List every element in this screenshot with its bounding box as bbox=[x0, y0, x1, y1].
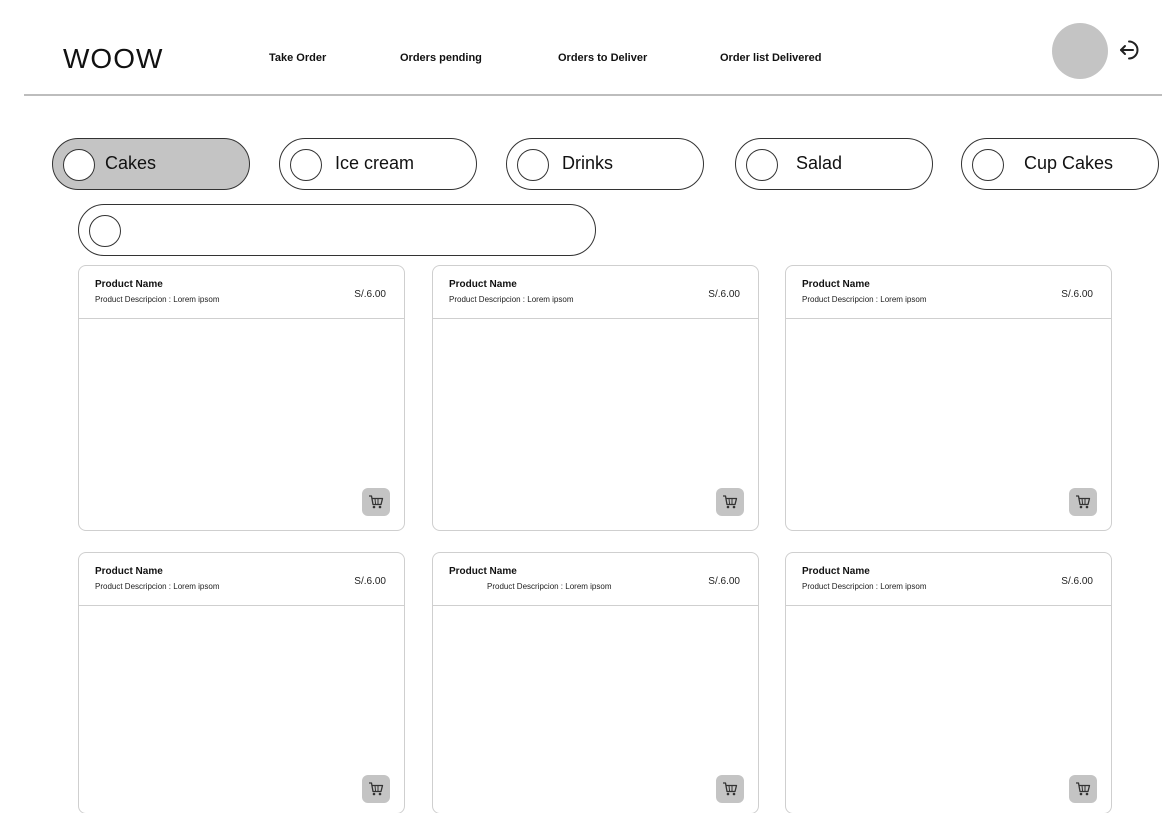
product-card[interactable]: Product Name Product Descripcion : Lorem… bbox=[432, 265, 759, 531]
top-navigation-bar: WOOW Take Order Orders pending Orders to… bbox=[24, 12, 1162, 96]
category-label: Salad bbox=[796, 153, 843, 173]
nav-order-list-delivered[interactable]: Order list Delivered bbox=[720, 52, 822, 64]
user-avatar[interactable] bbox=[1052, 23, 1108, 79]
product-name: Product Name bbox=[95, 566, 163, 577]
product-description: Product Descripcion : Lorem ipsom bbox=[95, 295, 220, 304]
product-card[interactable]: Product Name Product Descripcion : Lorem… bbox=[785, 265, 1112, 531]
shopping-cart-icon bbox=[369, 495, 384, 509]
logout-icon[interactable] bbox=[1118, 37, 1144, 63]
shopping-cart-icon bbox=[1076, 495, 1091, 509]
category-label: Cakes bbox=[105, 153, 157, 173]
category-chip-salad[interactable]: Salad bbox=[735, 138, 933, 190]
product-name: Product Name bbox=[449, 279, 517, 290]
product-name: Product Name bbox=[802, 566, 870, 577]
product-name: Product Name bbox=[95, 279, 163, 290]
add-to-cart-button[interactable] bbox=[1069, 488, 1097, 516]
add-to-cart-button[interactable] bbox=[362, 488, 390, 516]
product-description: Product Descripcion : Lorem ipsom bbox=[802, 582, 927, 591]
product-description: Product Descripcion : Lorem ipsom bbox=[802, 295, 927, 304]
category-label: Ice cream bbox=[335, 153, 415, 173]
add-to-cart-button[interactable] bbox=[1069, 775, 1097, 803]
product-price: S/.6.00 bbox=[1061, 289, 1093, 300]
product-card-header: Product Name Product Descripcion : Lorem… bbox=[79, 553, 404, 606]
product-description: Product Descripcion : Lorem ipsom bbox=[487, 582, 612, 591]
nav-orders-to-deliver[interactable]: Orders to Deliver bbox=[558, 52, 647, 64]
shopping-cart-icon bbox=[723, 495, 738, 509]
nav-orders-pending[interactable]: Orders pending bbox=[400, 52, 482, 64]
product-name: Product Name bbox=[449, 566, 517, 577]
app-logo: WOOW bbox=[63, 43, 164, 74]
category-chip-ice-cream[interactable]: Ice cream bbox=[279, 138, 477, 190]
product-name: Product Name bbox=[802, 279, 870, 290]
product-description: Product Descripcion : Lorem ipsom bbox=[95, 582, 220, 591]
shopping-cart-icon bbox=[369, 782, 384, 796]
add-to-cart-button[interactable] bbox=[362, 775, 390, 803]
product-price: S/.6.00 bbox=[354, 289, 386, 300]
nav-take-order[interactable]: Take Order bbox=[269, 52, 326, 64]
radio-icon bbox=[517, 149, 549, 181]
radio-icon bbox=[290, 149, 322, 181]
product-card[interactable]: Product Name Product Descripcion : Lorem… bbox=[432, 552, 759, 813]
product-card[interactable]: Product Name Product Descripcion : Lorem… bbox=[78, 265, 405, 531]
category-chip-drinks[interactable]: Drinks bbox=[506, 138, 704, 190]
product-card-header: Product Name Product Descripcion : Lorem… bbox=[433, 266, 758, 319]
category-chip-cakes[interactable]: Cakes bbox=[52, 138, 250, 190]
product-card-header: Product Name Product Descripcion : Lorem… bbox=[786, 553, 1111, 606]
category-chip-cup-cakes[interactable]: Cup Cakes bbox=[961, 138, 1159, 190]
category-label: Drinks bbox=[562, 153, 614, 173]
shopping-cart-icon bbox=[1076, 782, 1091, 796]
add-to-cart-button[interactable] bbox=[716, 488, 744, 516]
radio-icon bbox=[89, 215, 121, 247]
category-chip-blank[interactable] bbox=[78, 204, 596, 256]
radio-icon bbox=[63, 149, 95, 181]
radio-icon bbox=[972, 149, 1004, 181]
category-label: Cup Cakes bbox=[1024, 153, 1114, 173]
add-to-cart-button[interactable] bbox=[716, 775, 744, 803]
product-card-header: Product Name Product Descripcion : Lorem… bbox=[786, 266, 1111, 319]
product-card[interactable]: Product Name Product Descripcion : Lorem… bbox=[78, 552, 405, 813]
product-card-header: Product Name Product Descripcion : Lorem… bbox=[433, 553, 758, 606]
product-price: S/.6.00 bbox=[354, 576, 386, 587]
product-card-header: Product Name Product Descripcion : Lorem… bbox=[79, 266, 404, 319]
product-price: S/.6.00 bbox=[708, 289, 740, 300]
radio-icon bbox=[746, 149, 778, 181]
product-card[interactable]: Product Name Product Descripcion : Lorem… bbox=[785, 552, 1112, 813]
product-price: S/.6.00 bbox=[708, 576, 740, 587]
product-price: S/.6.00 bbox=[1061, 576, 1093, 587]
shopping-cart-icon bbox=[723, 782, 738, 796]
product-description: Product Descripcion : Lorem ipsom bbox=[449, 295, 574, 304]
